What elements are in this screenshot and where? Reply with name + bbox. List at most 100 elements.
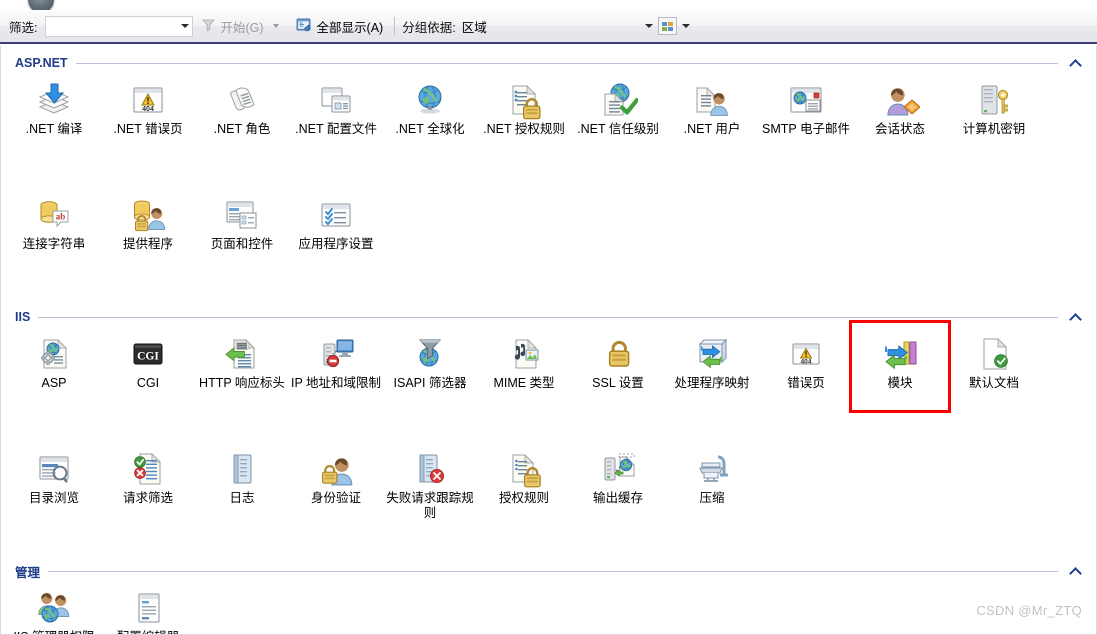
net-error-pages-icon: 404 bbox=[101, 76, 195, 120]
feature-item-label: 目录浏览 bbox=[7, 491, 101, 506]
iis-features-view: 筛选: 开始(G) 全部显示(A) bbox=[0, 0, 1097, 635]
filter-input[interactable] bbox=[46, 18, 176, 35]
feature-item[interactable]: 请求筛选 bbox=[101, 445, 195, 506]
feature-item[interactable]: 404 .NET 错误页 bbox=[101, 76, 195, 137]
iis-manager-permissions-icon bbox=[7, 584, 101, 628]
cgi-icon: CGI bbox=[101, 330, 195, 374]
feature-item[interactable]: .NET 角色 bbox=[195, 76, 289, 137]
feature-item[interactable]: SSL 设置 bbox=[571, 330, 665, 391]
net-globalization-icon bbox=[383, 76, 477, 120]
feature-item[interactable]: .NET 信任级别 bbox=[571, 76, 665, 137]
feature-item[interactable]: MIME 类型 bbox=[477, 330, 571, 391]
output-caching-icon bbox=[571, 445, 665, 489]
session-state-icon bbox=[853, 76, 947, 120]
feature-item-label: 会话状态 bbox=[853, 122, 947, 137]
chevron-up-icon[interactable] bbox=[1068, 309, 1084, 325]
group-by-dropdown-icon[interactable] bbox=[645, 24, 653, 28]
feature-item[interactable]: 日志 bbox=[195, 445, 289, 506]
feature-item[interactable]: 默认文档 bbox=[947, 330, 1041, 391]
feature-item[interactable]: .NET 用户 bbox=[665, 76, 759, 137]
show-all-button[interactable]: 全部显示(A) bbox=[292, 14, 388, 38]
feature-item[interactable]: 处理程序映射 bbox=[665, 330, 759, 391]
feature-item[interactable]: CGICGI bbox=[101, 330, 195, 391]
feature-item[interactable]: IIS 管理器权限 bbox=[7, 584, 101, 635]
group-by-value: 区域 bbox=[462, 17, 487, 36]
feature-item[interactable]: .NET 编译 bbox=[7, 76, 101, 137]
feature-item[interactable]: .NET 全球化 bbox=[383, 76, 477, 137]
feature-item[interactable]: 配置编辑器 bbox=[101, 584, 195, 635]
feature-item[interactable]: 身份验证 bbox=[289, 445, 383, 506]
watermark: CSDN @Mr_ZTQ bbox=[976, 603, 1082, 618]
feature-item-label: 请求筛选 bbox=[101, 491, 195, 506]
feature-item[interactable]: 失败请求跟踪规则 bbox=[383, 445, 477, 521]
svg-text:ab: ab bbox=[56, 212, 66, 222]
feature-item[interactable]: ISAPI 筛选器 bbox=[383, 330, 477, 391]
group-by-select[interactable]: 区域 bbox=[462, 16, 640, 36]
request-filtering-icon bbox=[101, 445, 195, 489]
smtp-email-icon bbox=[759, 76, 853, 120]
filter-input-wrapper[interactable] bbox=[45, 16, 193, 37]
net-profile-icon bbox=[289, 76, 383, 120]
http-response-headers-icon bbox=[195, 330, 289, 374]
feature-item[interactable]: 模块 bbox=[853, 330, 947, 391]
chevron-up-icon[interactable] bbox=[1068, 563, 1084, 579]
show-all-icon bbox=[296, 17, 313, 36]
application-settings-icon bbox=[289, 191, 383, 235]
feature-item-label: IP 地址和域限制 bbox=[289, 376, 383, 391]
feature-item-label: .NET 错误页 bbox=[101, 122, 195, 137]
feature-item[interactable]: 页面和控件 bbox=[195, 191, 289, 252]
feature-item-label: 应用程序设置 bbox=[289, 237, 383, 252]
features-content: ASP.NET.NET 编译404.NET 错误页.NET 角色.NET 配置文… bbox=[0, 46, 1097, 635]
svg-text:404: 404 bbox=[800, 358, 811, 365]
feature-row: ab 连接字符串提供程序页面和控件应用程序设置 bbox=[1, 187, 1097, 302]
filter-dropdown-icon[interactable] bbox=[181, 24, 189, 28]
feature-item[interactable]: 授权规则 bbox=[477, 445, 571, 506]
connection-strings-icon: ab bbox=[7, 191, 101, 235]
compression-icon bbox=[665, 445, 759, 489]
group-title: IIS bbox=[15, 310, 38, 324]
feature-item-label: 输出缓存 bbox=[571, 491, 665, 506]
asp-icon bbox=[7, 330, 101, 374]
feature-item[interactable]: 提供程序 bbox=[101, 191, 195, 252]
feature-item[interactable]: 目录浏览 bbox=[7, 445, 101, 506]
net-users-icon bbox=[665, 76, 759, 120]
view-mode-dropdown-icon[interactable] bbox=[682, 24, 690, 28]
feature-item[interactable]: HTTP 响应标头 bbox=[195, 330, 289, 391]
view-swatch bbox=[668, 27, 673, 31]
feature-item[interactable]: 应用程序设置 bbox=[289, 191, 383, 252]
feature-row: IIS 管理器权限配置编辑器 bbox=[1, 580, 1097, 635]
feature-item[interactable]: 404错误页 bbox=[759, 330, 853, 391]
feature-item[interactable]: IP 地址和域限制 bbox=[289, 330, 383, 391]
feature-item-label: 授权规则 bbox=[477, 491, 571, 506]
start-filter-dropdown-icon[interactable] bbox=[273, 24, 279, 28]
feature-item[interactable]: SMTP 电子邮件 bbox=[759, 76, 853, 137]
feature-item[interactable]: ab 连接字符串 bbox=[7, 191, 101, 252]
feature-item[interactable]: 计算机密钥 bbox=[947, 76, 1041, 137]
directory-browsing-icon bbox=[7, 445, 101, 489]
feature-item-label: .NET 编译 bbox=[7, 122, 101, 137]
view-mode-button[interactable] bbox=[658, 17, 677, 35]
feature-item[interactable]: ASP bbox=[7, 330, 101, 391]
group-divider bbox=[48, 571, 1058, 572]
feature-item[interactable]: .NET 配置文件 bbox=[289, 76, 383, 137]
net-roles-icon bbox=[195, 76, 289, 120]
filter-label: 筛选: bbox=[9, 17, 37, 36]
error-pages-icon: 404 bbox=[759, 330, 853, 374]
start-filter-button[interactable]: 开始(G) bbox=[197, 14, 287, 38]
group-title: 管理 bbox=[15, 562, 48, 581]
feature-item-label: 默认文档 bbox=[947, 376, 1041, 391]
show-all-label: 全部显示(A) bbox=[317, 17, 384, 36]
feature-item[interactable]: 压缩 bbox=[665, 445, 759, 506]
feature-item-label: ISAPI 筛选器 bbox=[383, 376, 477, 391]
feature-row: .NET 编译404 .NET 错误页.NET 角色.NET 配置文件.NET 全… bbox=[1, 72, 1097, 187]
feature-item-label: 处理程序映射 bbox=[665, 376, 759, 391]
feature-item-label: 日志 bbox=[195, 491, 289, 506]
feature-item[interactable]: .NET 授权规则 bbox=[477, 76, 571, 137]
feature-row: ASPCGICGIHTTP 响应标头IP 地址和域限制ISAPI 筛选器MIME… bbox=[1, 326, 1097, 441]
chevron-up-icon[interactable] bbox=[1068, 55, 1084, 71]
authorization-rules-icon bbox=[477, 445, 571, 489]
feature-item-label: 连接字符串 bbox=[7, 237, 101, 252]
feature-item[interactable]: 会话状态 bbox=[853, 76, 947, 137]
net-authorization-rules-icon bbox=[477, 76, 571, 120]
feature-item[interactable]: 输出缓存 bbox=[571, 445, 665, 506]
